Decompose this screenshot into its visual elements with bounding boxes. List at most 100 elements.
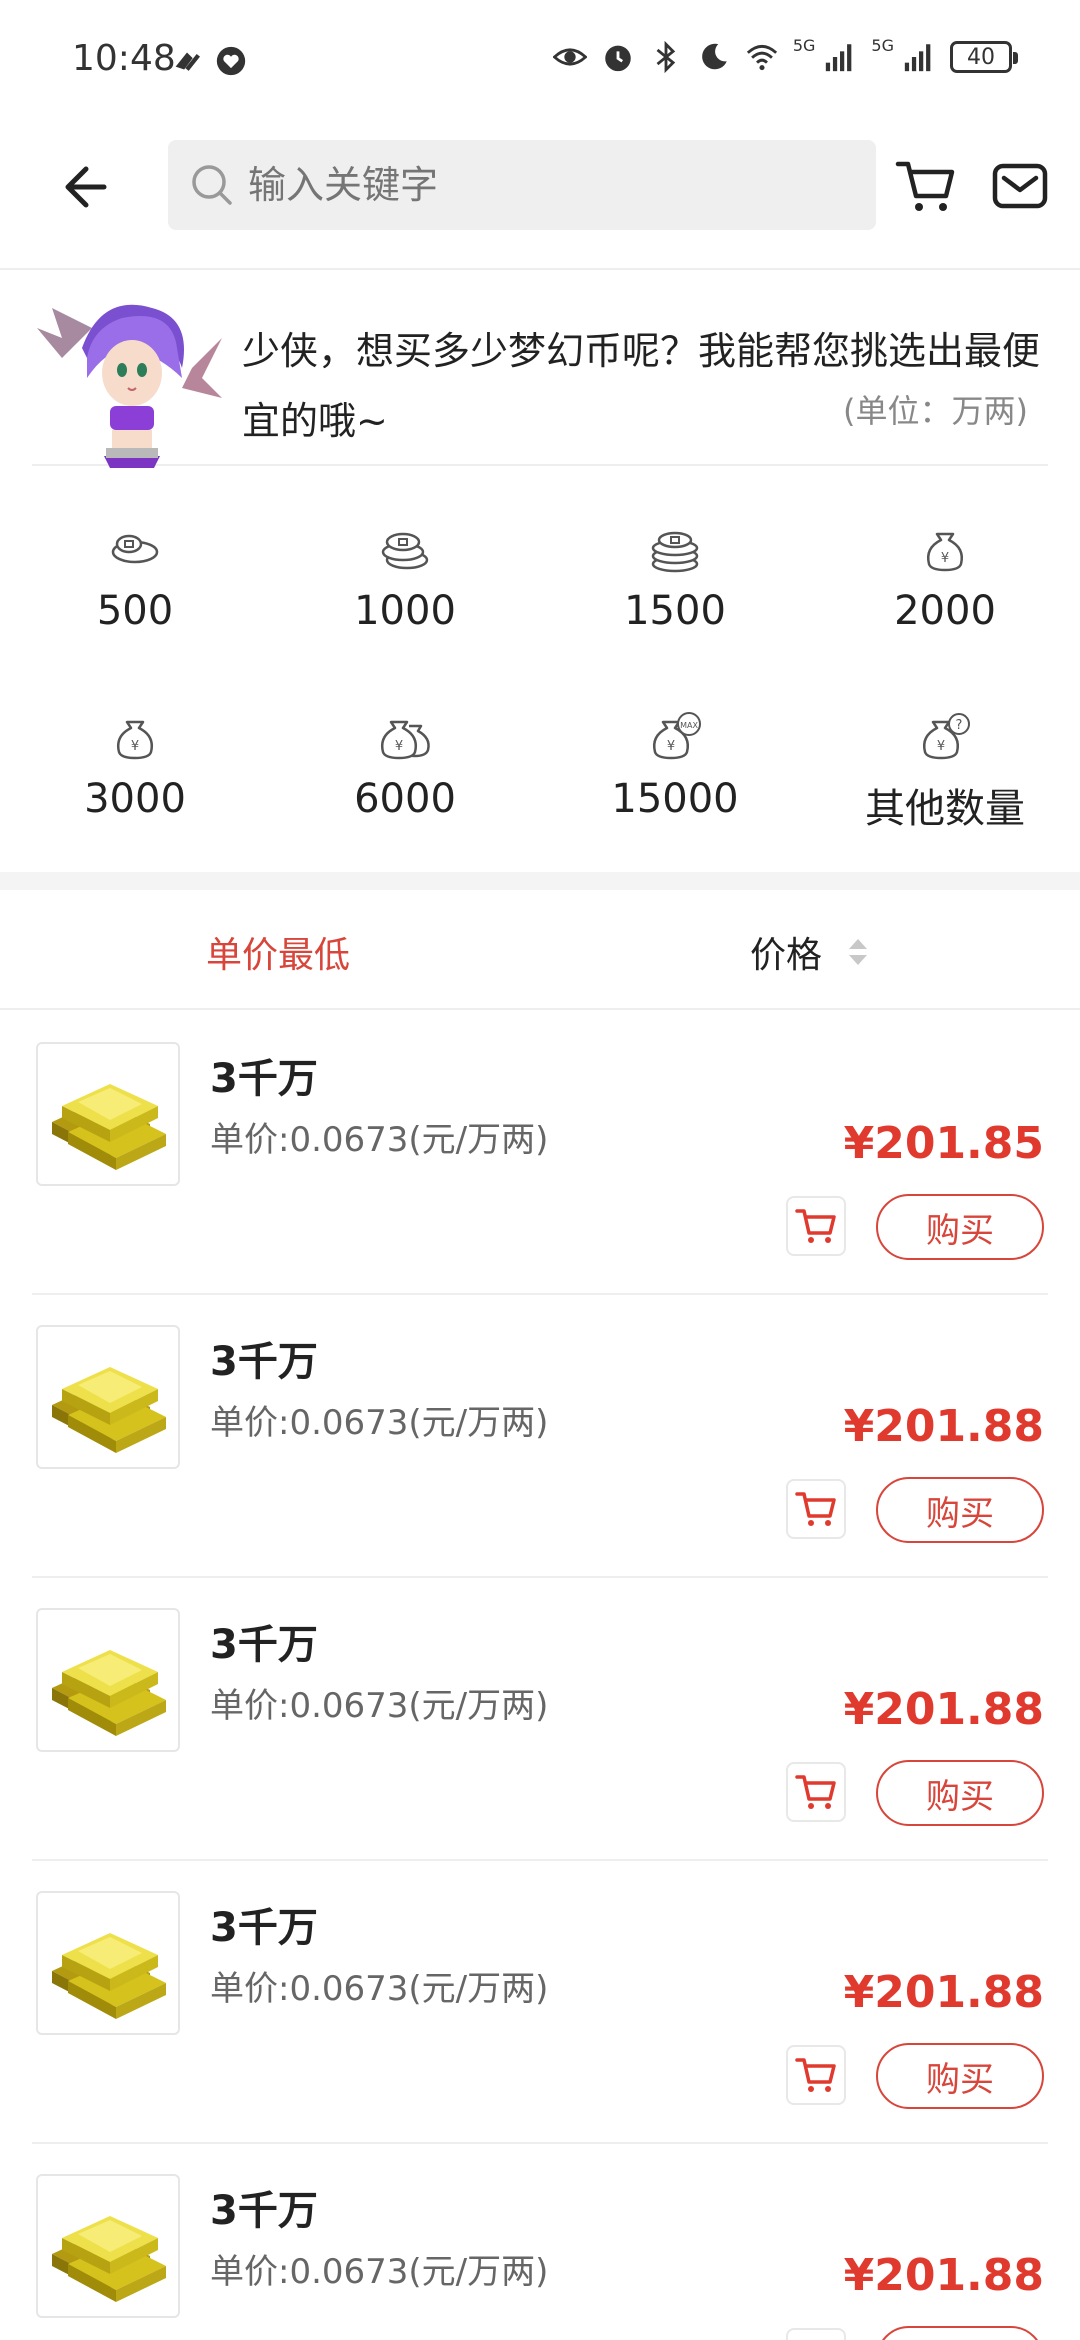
listing-item[interactable]: 3千万 单价:0.0673(元/万两) ¥201.88 购买 <box>0 1578 1080 1861</box>
search-icon <box>192 165 232 205</box>
listing-unit-price: 单价:0.0673(元/万两) <box>210 1120 549 1160</box>
cart-icon <box>795 2058 836 2092</box>
eye-icon <box>552 48 587 66</box>
signal-type-label-2: 5G <box>871 35 894 55</box>
amount-grid: 500 1000 1500 ¥ 2000 ¥ 3000 ¥ 6000 ¥ MAX … <box>0 500 1080 870</box>
coins-stack-icon <box>381 532 429 570</box>
svg-text:¥: ¥ <box>395 739 403 754</box>
cart-icon <box>795 1492 836 1526</box>
add-to-cart-button[interactable] <box>786 2328 846 2340</box>
money-bag-icon: ¥ <box>117 720 153 760</box>
amount-label: 1000 <box>354 588 456 634</box>
sort-arrows-icon <box>848 938 868 966</box>
buy-button[interactable]: 购买 <box>876 1760 1044 1826</box>
listing-title: 3千万 <box>210 1056 318 1102</box>
money-bag-icon: ¥ <box>927 532 963 572</box>
bluetooth-icon <box>656 40 676 74</box>
back-arrow-icon[interactable] <box>52 155 116 219</box>
link-icon <box>175 52 200 71</box>
buy-button[interactable]: 购买 <box>876 2043 1044 2109</box>
coins-small-icon <box>111 534 159 564</box>
sort-lowest-unit-price[interactable]: 单价最低 <box>206 926 350 978</box>
add-to-cart-button[interactable] <box>786 2045 846 2105</box>
gold-bars-image <box>36 1891 180 2035</box>
add-to-cart-button[interactable] <box>786 1479 846 1539</box>
listing-price: ¥201.88 <box>843 1401 1044 1452</box>
amount-option-3000[interactable]: ¥ 3000 <box>0 688 270 876</box>
listing-price: ¥201.88 <box>843 2250 1044 2301</box>
cart-icon <box>794 2336 838 2340</box>
listing-item[interactable]: 3千万 单价:0.0673(元/万两) ¥201.88 购买 <box>0 1295 1080 1578</box>
svg-text:¥: ¥ <box>131 739 139 754</box>
svg-text:?: ? <box>956 718 963 733</box>
cart-icon <box>795 1775 836 1809</box>
listing-title: 3千万 <box>210 1905 318 1951</box>
amount-option-1000[interactable]: 1000 <box>270 500 540 688</box>
amount-option-2000[interactable]: ¥ 2000 <box>810 500 1080 688</box>
battery-icon: 40 <box>950 41 1018 73</box>
sort-bar: 单价最低 价格 <box>0 890 1080 1010</box>
search-box[interactable] <box>168 140 876 230</box>
gold-bars-image <box>36 2174 180 2318</box>
gold-bars-image <box>36 1042 180 1186</box>
header <box>0 120 1080 270</box>
buy-button[interactable]: 购买 <box>876 1477 1044 1543</box>
listing-item[interactable]: 3千万 单价:0.0673(元/万两) ¥201.88 购买 <box>0 2144 1080 2340</box>
amount-label: 15000 <box>611 776 739 822</box>
status-bar: 10:48 5G 5G 40 <box>0 0 1080 120</box>
mail-icon[interactable] <box>990 156 1050 216</box>
amount-label: 500 <box>96 588 174 634</box>
moon-icon <box>701 43 727 70</box>
cart-icon[interactable] <box>894 154 958 218</box>
listing-price: ¥201.85 <box>843 1118 1044 1169</box>
amount-option-6000[interactable]: ¥ 6000 <box>270 688 540 876</box>
status-time: 10:48 <box>72 38 176 79</box>
money-bag-question-icon: ¥? <box>923 713 970 760</box>
alarm-icon <box>605 45 631 72</box>
svg-text:¥: ¥ <box>941 551 949 566</box>
signal-icon <box>826 44 852 72</box>
sort-price[interactable]: 价格 <box>750 926 868 978</box>
svg-text:MAX: MAX <box>680 721 698 730</box>
listing-list: 3千万 单价:0.0673(元/万两) ¥201.85 购买 3千万 单价:0.… <box>0 1012 1080 2340</box>
signal-icon <box>904 44 931 72</box>
add-to-cart-button[interactable] <box>786 1196 846 1256</box>
svg-text:¥: ¥ <box>667 739 675 754</box>
amount-option-other[interactable]: ¥? 其他数量 <box>810 688 1080 876</box>
search-input[interactable] <box>248 163 848 207</box>
listing-item[interactable]: 3千万 单价:0.0673(元/万两) ¥201.85 购买 <box>0 1012 1080 1295</box>
assistant-banner: 少侠，想买多少梦幻币呢？我能帮您挑选出最便宜的哦~ (单位：万两) <box>32 280 1048 468</box>
listing-title: 3千万 <box>210 2188 318 2234</box>
amount-option-500[interactable]: 500 <box>0 500 270 688</box>
amount-label: 1500 <box>624 588 726 634</box>
listing-unit-price: 单价:0.0673(元/万两) <box>210 1969 549 2009</box>
svg-text:¥: ¥ <box>937 739 945 754</box>
listing-unit-price: 单价:0.0673(元/万两) <box>210 1686 549 1726</box>
battery-level: 40 <box>967 44 995 70</box>
listing-price: ¥201.88 <box>843 1967 1044 2018</box>
amount-label: 2000 <box>894 588 996 634</box>
amount-label: 6000 <box>354 776 456 822</box>
coins-pile-icon <box>651 531 699 573</box>
money-bag-max-icon: ¥ MAX <box>653 712 701 760</box>
section-separator <box>0 872 1080 890</box>
money-bags-icon: ¥ <box>381 720 430 760</box>
gold-bars-image <box>36 1608 180 1752</box>
gold-bars-image <box>36 1325 180 1469</box>
listing-title: 3千万 <box>210 1622 318 1668</box>
cart-icon <box>795 1209 836 1243</box>
add-to-cart-button[interactable] <box>786 1762 846 1822</box>
buy-button[interactable]: 购买 <box>876 1194 1044 1260</box>
amount-label: 3000 <box>84 776 186 822</box>
listing-unit-price: 单价:0.0673(元/万两) <box>210 1403 549 1443</box>
amount-option-15000[interactable]: ¥ MAX 15000 <box>540 688 810 876</box>
listing-title: 3千万 <box>210 1339 318 1385</box>
amount-option-1500[interactable]: 1500 <box>540 500 810 688</box>
mascot-avatar <box>37 304 222 468</box>
amount-label: 其他数量 <box>865 786 1025 832</box>
sort-price-label: 价格 <box>750 935 823 976</box>
listing-unit-price: 单价:0.0673(元/万两) <box>210 2252 549 2292</box>
listing-item[interactable]: 3千万 单价:0.0673(元/万两) ¥201.88 购买 <box>0 1861 1080 2144</box>
buy-button[interactable]: 购买 <box>876 2326 1044 2340</box>
signal-type-label-1: 5G <box>792 35 816 55</box>
